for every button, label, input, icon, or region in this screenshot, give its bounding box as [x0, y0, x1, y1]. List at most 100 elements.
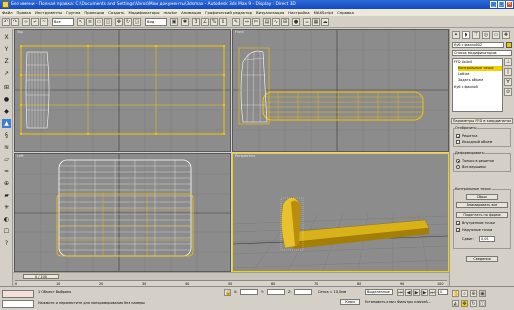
named-selection-icon[interactable]: ✎ — [232, 18, 240, 26]
zoom-icon[interactable]: ⌕ — [461, 290, 468, 297]
stack-item-lattice[interactable]: Lattice — [458, 72, 502, 77]
menu-reactor[interactable]: reactor — [164, 10, 178, 15]
window-crossing-icon[interactable]: ◫ — [104, 18, 112, 26]
field-of-view-icon[interactable]: ◭ — [452, 300, 459, 307]
stack-item-ffd[interactable]: FFD 4x4x4 — [454, 60, 502, 65]
orbit-icon[interactable]: ↻ — [470, 300, 477, 307]
time-slider[interactable]: 0 / 100 — [23, 274, 59, 279]
select-by-name-icon[interactable]: ≡ — [86, 18, 94, 26]
close-button[interactable]: ✕ — [506, 1, 513, 8]
viewport-left[interactable]: Left — [14, 153, 231, 272]
extras-icon[interactable]: ⊞ — [2, 83, 11, 92]
stack-item-chamfer-box[interactable]: Куб с фаской — [454, 85, 502, 90]
reactor-rope-icon[interactable]: § — [2, 131, 11, 140]
x-coord-field[interactable] — [240, 289, 258, 295]
outside-points-checkbox[interactable]: ✓ — [456, 228, 460, 233]
next-frame-icon[interactable]: ▶ — [421, 289, 428, 296]
menu-animation[interactable]: Анимация — [181, 10, 201, 15]
menu-rendering[interactable]: Визуализация — [256, 10, 284, 15]
menu-customize[interactable]: Настройка — [288, 10, 309, 15]
about-button[interactable]: Сведения — [466, 256, 498, 262]
modifier-list-dropdown[interactable]: Список модификаторов — [452, 50, 512, 56]
key-filter-dropdown[interactable]: Выделенные — [365, 289, 393, 295]
app-icon[interactable] — [2, 1, 9, 8]
reactor-spring-icon[interactable]: ≋ — [2, 143, 11, 152]
reactor-active-icon[interactable]: ▲ — [2, 119, 11, 128]
inside-points-checkbox[interactable]: ✓ — [456, 221, 460, 226]
axis-constraint-xy-icon[interactable]: ↗ — [2, 69, 11, 78]
auto-key-button[interactable]: Ключ — [340, 299, 360, 305]
scale-icon[interactable]: ◲ — [133, 18, 141, 26]
stack-item-set-volume[interactable]: Задать объем — [458, 78, 502, 83]
reactor-fracture-icon[interactable]: ✳ — [2, 203, 11, 212]
show-end-result-icon[interactable]: ▯ — [504, 68, 512, 76]
menu-modifiers[interactable]: Модификаторы — [129, 10, 160, 15]
maximize-viewport-icon[interactable]: ◫ — [479, 300, 486, 307]
render-frame-icon[interactable]: ▦ — [312, 18, 320, 26]
axis-constraint-x-icon[interactable]: X — [2, 33, 11, 42]
goto-end-icon[interactable]: ⏭ — [429, 289, 436, 296]
move-icon[interactable]: ✥ — [115, 18, 123, 26]
reactor-cloth-icon[interactable]: ◆ — [2, 107, 11, 116]
hierarchy-tab-icon[interactable]: ⊤ — [472, 31, 480, 39]
all-vertices-radio[interactable] — [456, 165, 460, 169]
link-icon[interactable]: ∞ — [22, 18, 30, 26]
layer-manager-icon[interactable]: ▤ — [263, 18, 271, 26]
percent-snap-icon[interactable]: % — [210, 18, 218, 26]
viewport-perspective-label[interactable]: Perspective — [235, 154, 255, 158]
coord-system-dropdown[interactable]: Вид — [145, 18, 167, 26]
pan-view-icon[interactable]: ✥ — [461, 300, 468, 307]
current-frame-field[interactable]: 0 — [438, 289, 448, 295]
create-tab-icon[interactable]: ✦ — [452, 31, 460, 39]
play-icon[interactable]: ▶ — [413, 289, 420, 296]
select-manipulate-icon[interactable]: ✱ — [181, 18, 189, 26]
menu-file[interactable]: Файл — [2, 10, 13, 15]
reactor-motor-icon[interactable]: ⊕ — [2, 179, 11, 188]
curve-editor-icon[interactable]: ∿ — [272, 18, 280, 26]
reactor-wind-icon[interactable]: ≈ — [2, 167, 11, 176]
object-name-field[interactable]: Куб с фаской02 — [452, 42, 504, 48]
utilities-tab-icon[interactable]: ✚ — [502, 31, 510, 39]
render-setup-icon[interactable]: ☕ — [303, 18, 311, 26]
pivot-icon[interactable]: ▣ — [170, 18, 178, 26]
reactor-toy-car-icon[interactable]: ▰ — [2, 191, 11, 200]
menu-create[interactable]: Создать — [108, 10, 124, 15]
menu-group[interactable]: Группа — [66, 10, 80, 15]
viewport-perspective[interactable]: Perspective — [232, 153, 449, 272]
schematic-view-icon[interactable]: ⊞ — [281, 18, 289, 26]
make-unique-icon[interactable]: ∀ — [504, 78, 512, 86]
pan-icon[interactable]: ✋ — [452, 290, 459, 297]
ffd-params-rollout-header[interactable]: Параметры FFD в координатах — [451, 118, 513, 124]
remove-modifier-icon[interactable]: ⊘ — [504, 88, 512, 96]
reactor-water-icon[interactable]: ◐ — [2, 215, 11, 224]
modify-tab-icon[interactable]: ◗ — [462, 31, 470, 39]
rect-selection-icon[interactable]: ▭ — [95, 18, 103, 26]
prev-frame-icon[interactable]: ◀ — [405, 289, 412, 296]
axis-constraint-y-icon[interactable]: Y — [2, 45, 11, 54]
lock-selection-icon[interactable]: 🔒 — [224, 289, 231, 296]
bind-spacewarp-icon[interactable]: ~ — [40, 18, 48, 26]
viewport-front-label[interactable]: Front — [235, 30, 244, 34]
offset-input[interactable]: 0,05 — [479, 236, 495, 242]
menu-graph-editors[interactable]: Графический редактор — [205, 10, 252, 15]
angle-snap-icon[interactable]: ∠ — [201, 18, 209, 26]
set-key-label[interactable]: Установить ключ — [365, 300, 396, 304]
snap-icon[interactable]: 3 — [192, 18, 200, 26]
lattice-checkbox[interactable]: ✓ — [456, 134, 460, 139]
redo-icon[interactable]: ↷ — [11, 18, 19, 26]
reactor-analyze-icon[interactable]: ? — [2, 239, 11, 248]
display-tab-icon[interactable]: ▭ — [492, 31, 500, 39]
reactor-rigid-icon[interactable]: ● — [2, 95, 11, 104]
object-color-swatch[interactable] — [506, 42, 512, 48]
y-coord-field[interactable] — [267, 289, 285, 295]
source-volume-checkbox[interactable] — [456, 140, 460, 144]
reactor-preview-icon[interactable]: ☐ — [2, 227, 11, 236]
viewport-left-label[interactable]: Left — [17, 154, 24, 158]
motion-tab-icon[interactable]: ◎ — [482, 31, 490, 39]
minimize-button[interactable]: _ — [490, 1, 497, 8]
menu-help[interactable]: Справка — [337, 10, 354, 15]
mirror-icon[interactable]: ⇔ — [243, 18, 251, 26]
conform-to-shape-button[interactable]: Подогнать по форме — [456, 212, 508, 218]
menu-views[interactable]: Проекции — [84, 10, 104, 15]
axis-constraint-z-icon[interactable]: Z — [2, 57, 11, 66]
